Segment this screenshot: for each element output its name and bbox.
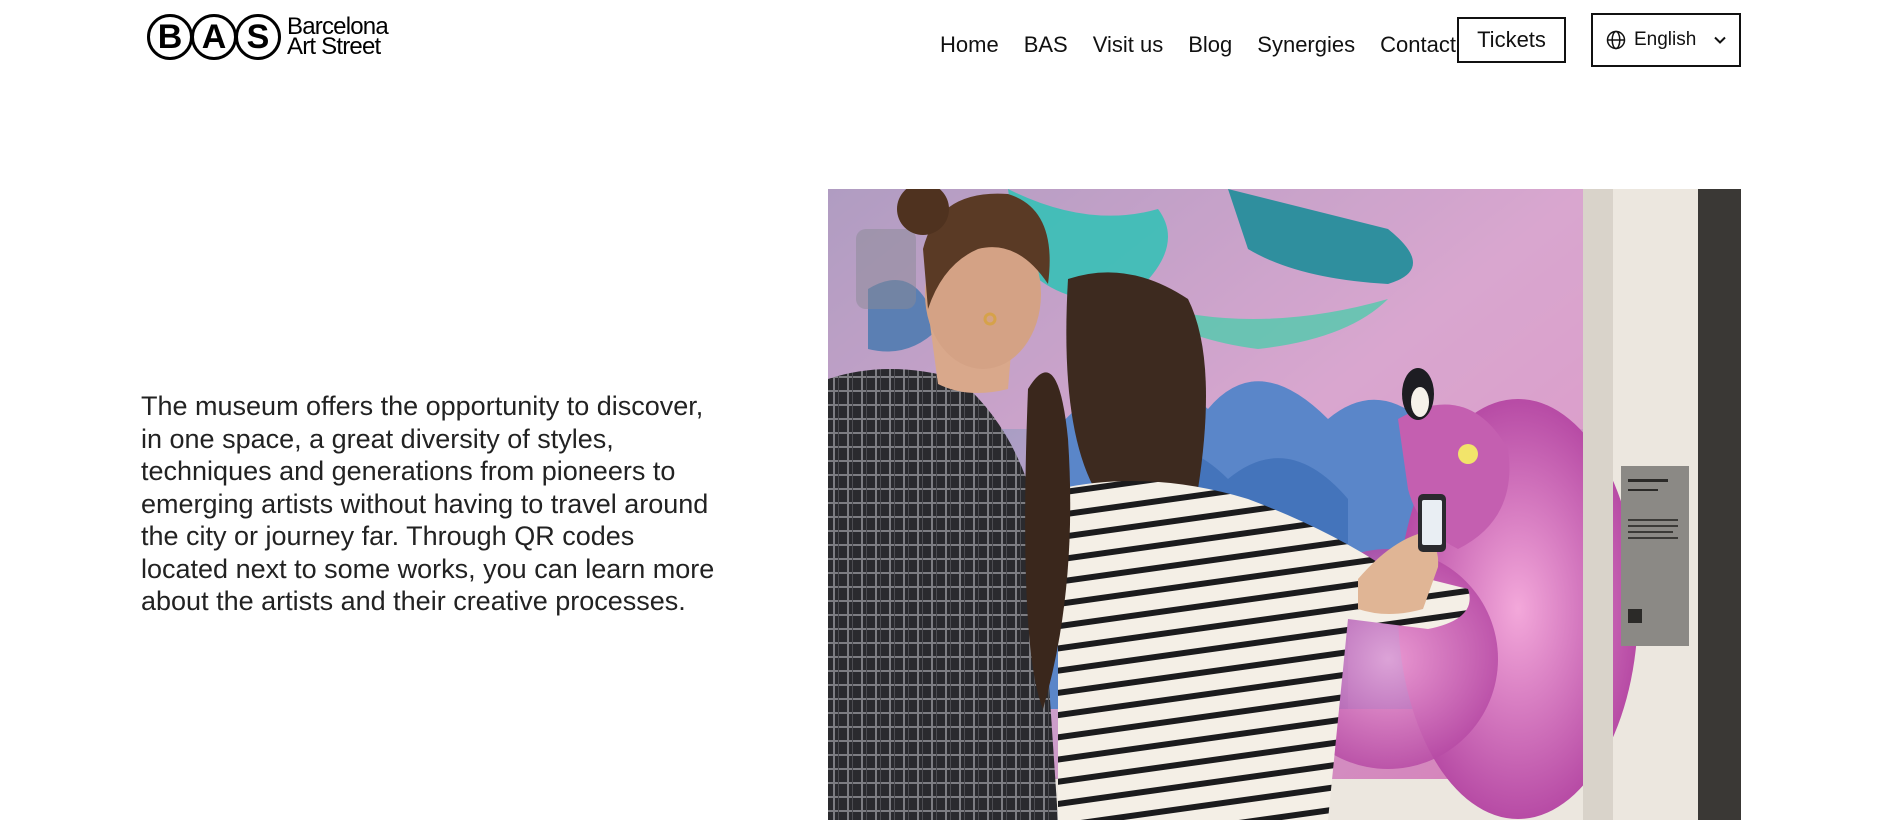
- nav-item-contact[interactable]: Contact: [1380, 30, 1456, 60]
- main-nav: Home BAS Visit us Blog Synergies Contact: [940, 30, 1481, 60]
- globe-icon: [1606, 30, 1626, 50]
- site-header: B A S Barcelona Art Street Home BAS Visi…: [0, 0, 1886, 90]
- logo-letter-a: A: [191, 14, 237, 60]
- tickets-button[interactable]: Tickets: [1457, 17, 1566, 63]
- logo-name-line2: Art Street: [287, 33, 381, 60]
- nav-item-home[interactable]: Home: [940, 30, 999, 60]
- language-label: English: [1634, 29, 1697, 50]
- language-selector[interactable]: English: [1591, 13, 1741, 67]
- museum-photo: [828, 189, 1741, 820]
- logo[interactable]: B A S Barcelona Art Street: [147, 14, 389, 60]
- logo-letter-b: B: [147, 14, 193, 60]
- logo-letter-s: S: [235, 14, 281, 60]
- logo-wordmark: Barcelona Art Street: [287, 15, 389, 60]
- logo-mark: B A S: [147, 14, 281, 60]
- intro-text: The museum offers the opportunity to dis…: [141, 391, 715, 616]
- nav-item-blog[interactable]: Blog: [1188, 30, 1232, 60]
- chevron-down-icon: [1713, 33, 1727, 47]
- nav-item-bas[interactable]: BAS: [1024, 30, 1068, 60]
- nav-item-visit-us[interactable]: Visit us: [1093, 30, 1164, 60]
- nav-item-synergies[interactable]: Synergies: [1257, 30, 1355, 60]
